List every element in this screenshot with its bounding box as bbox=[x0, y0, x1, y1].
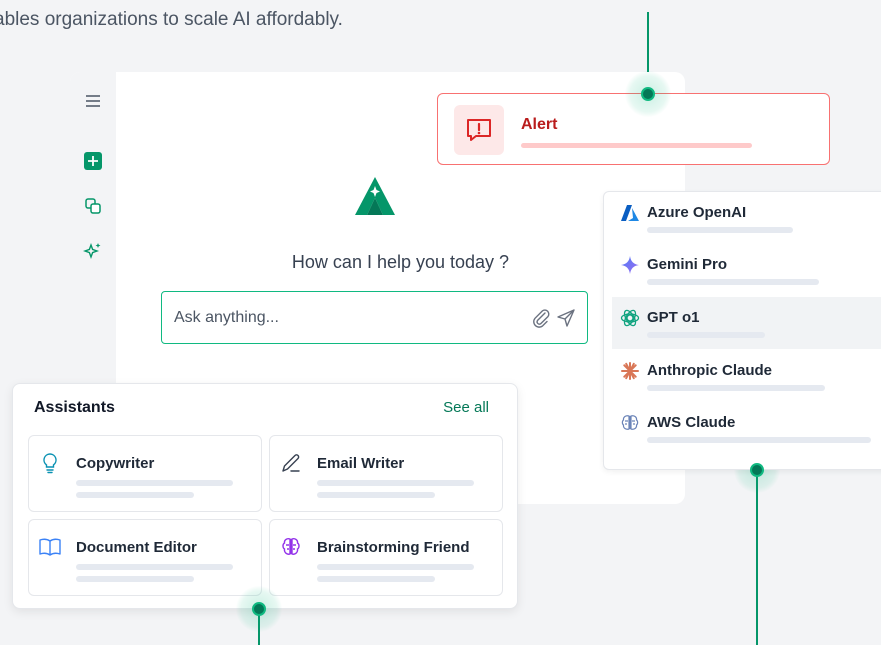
assistant-name: Copywriter bbox=[76, 455, 155, 472]
model-item-gpt-o1[interactable]: GPT o1 bbox=[612, 297, 881, 349]
models-card: Azure OpenAI Gemini Pro GPT o1 Anthropic… bbox=[603, 191, 881, 470]
connector-dot-alert-top bbox=[641, 87, 655, 101]
assistant-name: Brainstorming Friend bbox=[317, 539, 470, 556]
model-placeholder-bar bbox=[647, 437, 871, 443]
model-item-anthropic-claude[interactable]: Anthropic Claude bbox=[612, 350, 881, 402]
tile-placeholder-bar bbox=[76, 480, 233, 486]
pen-icon bbox=[280, 452, 302, 474]
tile-placeholder-bar bbox=[76, 492, 194, 498]
anthropic-logo-icon bbox=[620, 361, 640, 381]
model-item-azure-openai[interactable]: Azure OpenAI bbox=[612, 192, 881, 244]
aws-brain-icon bbox=[620, 413, 640, 433]
assistant-name: Email Writer bbox=[317, 455, 405, 472]
ask-input[interactable] bbox=[174, 304, 514, 332]
assistant-name: Document Editor bbox=[76, 539, 197, 556]
prompt-title: How can I help you today ? bbox=[291, 252, 510, 272]
model-placeholder-bar bbox=[647, 385, 825, 391]
alert-placeholder-bar bbox=[521, 143, 752, 148]
menu-icon[interactable] bbox=[83, 91, 103, 111]
assistant-tile-copywriter[interactable]: Copywriter bbox=[28, 435, 262, 512]
gemini-logo-icon bbox=[620, 255, 640, 275]
assistants-card: Assistants See all Copywriter Email Writ… bbox=[12, 383, 518, 609]
tile-placeholder-bar bbox=[317, 480, 474, 486]
model-item-gemini-pro[interactable]: Gemini Pro bbox=[612, 244, 881, 296]
model-name: AWS Claude bbox=[647, 414, 736, 431]
model-placeholder-bar bbox=[647, 227, 793, 233]
alert-title: Alert bbox=[521, 116, 558, 133]
sparkle-icon[interactable] bbox=[83, 241, 103, 261]
model-item-aws-claude[interactable]: AWS Claude bbox=[612, 402, 881, 454]
assistant-tile-email-writer[interactable]: Email Writer bbox=[269, 435, 503, 512]
lightbulb-icon bbox=[39, 452, 61, 474]
model-placeholder-bar bbox=[647, 332, 765, 338]
see-all-link[interactable]: See all bbox=[443, 399, 489, 416]
model-name: Gemini Pro bbox=[647, 256, 728, 273]
attach-icon[interactable] bbox=[530, 307, 552, 329]
send-icon[interactable] bbox=[555, 307, 577, 329]
azure-logo-icon bbox=[620, 203, 640, 223]
connector-dot-assistants bbox=[252, 602, 266, 616]
connector-dot-models bbox=[750, 463, 764, 477]
book-icon bbox=[39, 536, 61, 558]
tile-placeholder-bar bbox=[317, 576, 435, 582]
intro-text: ables organizations to scale AI affordab… bbox=[0, 9, 343, 30]
alert-icon bbox=[454, 105, 504, 155]
brain-icon bbox=[280, 536, 302, 558]
openai-logo-icon bbox=[620, 308, 640, 328]
model-name: Anthropic Claude bbox=[647, 362, 773, 379]
assistants-title: Assistants bbox=[34, 399, 115, 416]
tile-placeholder-bar bbox=[317, 564, 474, 570]
assistant-tile-brainstorming-friend[interactable]: Brainstorming Friend bbox=[269, 519, 503, 596]
ask-box[interactable] bbox=[161, 291, 588, 344]
model-placeholder-bar bbox=[647, 279, 819, 285]
copy-icon[interactable] bbox=[83, 196, 103, 216]
new-chat-icon[interactable] bbox=[83, 151, 103, 171]
tile-placeholder-bar bbox=[317, 492, 435, 498]
connector-line-models bbox=[756, 470, 758, 645]
model-name: Azure OpenAI bbox=[647, 204, 747, 221]
brand-logo-icon bbox=[354, 176, 396, 221]
tile-placeholder-bar bbox=[76, 564, 233, 570]
assistant-tile-document-editor[interactable]: Document Editor bbox=[28, 519, 262, 596]
tile-placeholder-bar bbox=[76, 576, 194, 582]
model-name: GPT o1 bbox=[647, 309, 700, 326]
